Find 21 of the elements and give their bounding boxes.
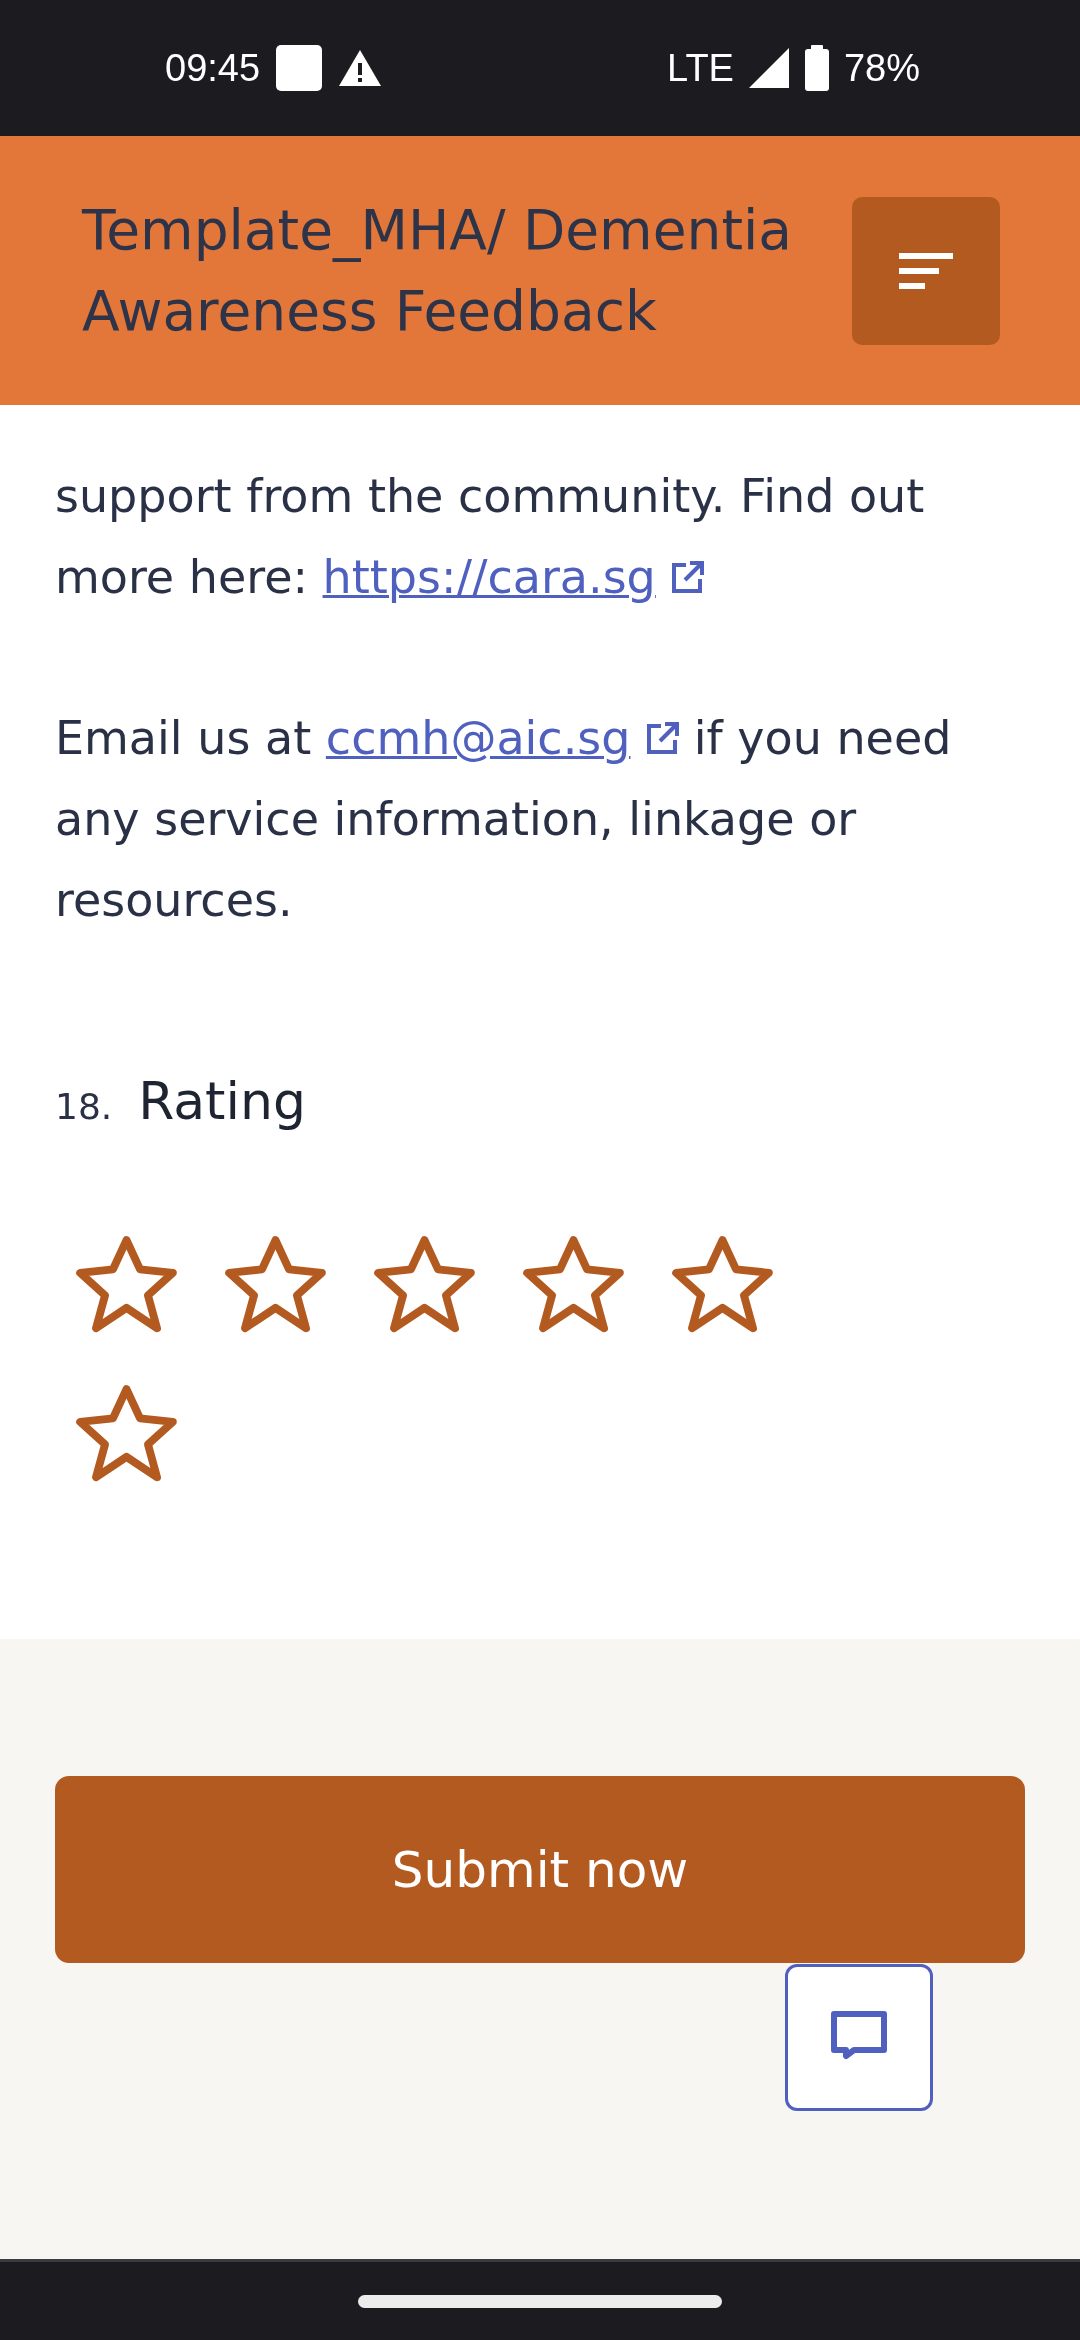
battery-icon <box>803 45 830 91</box>
link[interactable]: ccmh@aic.sg <box>325 711 631 765</box>
link[interactable]: https://cara.sg <box>322 550 656 604</box>
network-type: LTE <box>667 46 734 90</box>
battery-percent: 78% <box>843 46 920 90</box>
notification-icon <box>274 43 325 93</box>
paragraph-text: support from the community. Find out more here: https://cara.sg <box>55 468 926 606</box>
signal-icon <box>747 47 790 89</box>
warning-icon <box>338 48 383 88</box>
external-link-icon <box>645 722 680 756</box>
question-title: Rating <box>138 1071 306 1131</box>
external-link-icon <box>670 561 705 595</box>
paragraph-text: Email us at ccmh@aic.sg if you need any service information, linkage or resources. <box>55 710 953 929</box>
question-number: 18. <box>55 1086 113 1127</box>
menu-icon <box>899 250 953 291</box>
page-title: Template_MHA/ Dementia Awareness Feedback <box>82 196 793 345</box>
submit-button[interactable]: Submit now <box>55 1776 1025 1963</box>
chat-button[interactable] <box>785 1964 933 2111</box>
menu-button[interactable] <box>852 196 1000 345</box>
home-indicator[interactable] <box>358 2294 722 2308</box>
status-time: 09:45 <box>165 46 261 90</box>
